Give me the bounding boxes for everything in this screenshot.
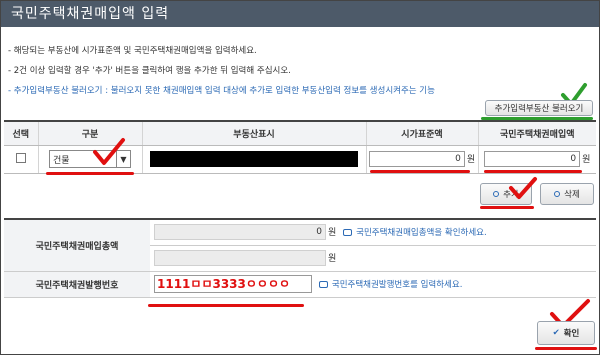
red-underline-confirm xyxy=(535,347,597,350)
property-display-redacted xyxy=(150,151,358,167)
total-unit: 원 xyxy=(328,227,337,238)
total-hint: 국민주택채권매입총액을 확인하세요. xyxy=(356,227,487,238)
row-select-checkbox[interactable] xyxy=(15,152,26,163)
issue-hint: 국민주택채권발행번호를 입력하세요. xyxy=(331,279,463,290)
note-1: - 해당되는 부동산에 시가표준액 및 국민주택채권매입액을 입력하세요. xyxy=(8,46,257,56)
window-title: 국민주택채권매입액 입력 xyxy=(1,1,599,27)
secondary-amount-field xyxy=(154,250,326,266)
delete-row-button[interactable]: 삭제 xyxy=(540,183,594,205)
note-2: - 2건 이상 입력할 경우 '추가' 버튼을 클릭하여 행을 추가한 뒤 입력… xyxy=(8,66,291,76)
red-check-annotation-add xyxy=(509,177,537,199)
standard-price-input[interactable]: 0 xyxy=(368,151,465,167)
instruction-notes: - 해당되는 부동산에 시가표준액 및 국민주택채권매입액을 입력하세요. - … xyxy=(8,44,596,104)
issue-number-input[interactable]: 1111ㅁㅁ3333ㅇㅇㅇㅇ xyxy=(154,275,312,293)
standard-price-unit: 원 xyxy=(466,154,476,165)
col-header-select: 선택 xyxy=(4,120,38,146)
total-label: 국민주택채권매입총액 xyxy=(4,219,150,272)
red-underline-bond-amount xyxy=(484,170,582,173)
red-underline-category xyxy=(46,172,134,175)
note-3: - 추가입력부동산 불러오기 : 불러오지 못한 채권매입액 입력 대상에 추가… xyxy=(8,86,435,96)
col-header-property: 부동산표시 xyxy=(141,120,366,146)
total-amount-field: 0 xyxy=(154,224,326,241)
secondary-unit: 원 xyxy=(328,253,337,264)
circle-icon xyxy=(493,191,500,197)
col-header-bond-amount: 국민주택채권매입액 xyxy=(477,120,596,146)
bond-amount-unit: 원 xyxy=(582,154,591,165)
col-header-standard-price: 시가표준액 xyxy=(365,120,478,146)
bond-info-table: 국민주택채권매입총액 0원 국민주택채권매입총액을 확인하세요. 원 국민주택채… xyxy=(4,218,596,298)
red-check-annotation-category xyxy=(93,138,125,165)
red-underline-issue-number xyxy=(148,304,304,307)
red-underline-standard-price xyxy=(370,170,470,173)
confirm-button[interactable]: ✔ 확인 xyxy=(537,321,595,345)
confirm-label: 확인 xyxy=(563,329,580,339)
checkmark-icon: ✔ xyxy=(552,328,560,338)
red-underline-add xyxy=(480,206,534,209)
circle-icon xyxy=(554,191,561,197)
load-additional-property-button[interactable]: 추가입력부동산 불러오기 xyxy=(485,100,593,116)
delete-row-label: 삭제 xyxy=(564,190,580,200)
category-select-value: 건물 xyxy=(53,155,70,166)
arrow-right-icon xyxy=(343,228,353,236)
total-row: 국민주택채권매입총액 0원 국민주택채권매입총액을 확인하세요. xyxy=(4,219,596,272)
bond-amount-input[interactable]: 0 xyxy=(484,151,581,167)
arrow-right-icon xyxy=(318,280,328,288)
issue-label: 국민주택채권발행번호 xyxy=(4,271,150,298)
col-header-category: 구분 xyxy=(37,120,142,146)
issue-row: 국민주택채권발행번호 1111ㅁㅁ3333ㅇㅇㅇㅇ 국민주택채권발행번호를 입력… xyxy=(4,271,596,298)
